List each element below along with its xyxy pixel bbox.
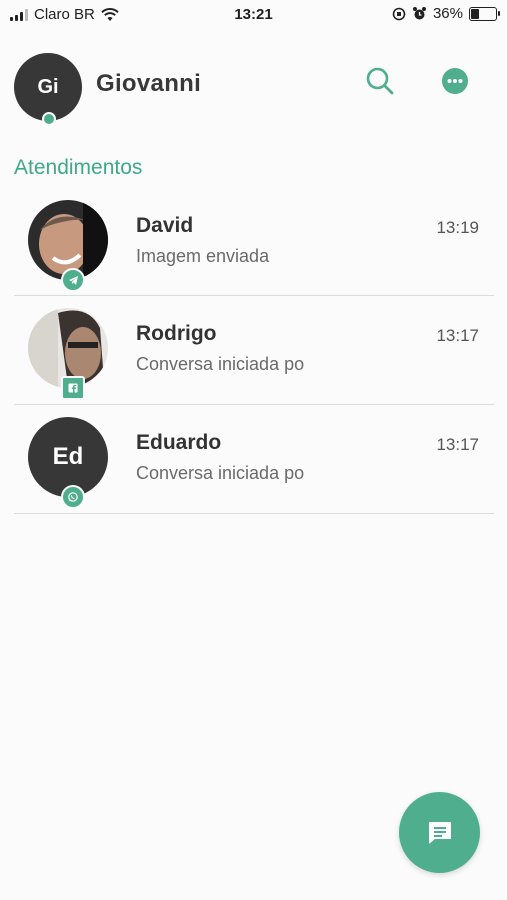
search-icon: [366, 67, 394, 95]
user-name: Giovanni: [96, 70, 202, 97]
whatsapp-badge: [61, 485, 85, 509]
message-time: 13:17: [436, 435, 479, 454]
contact-name: David: [136, 214, 194, 237]
facebook-icon: [68, 383, 78, 393]
message-time: 13:19: [436, 218, 479, 237]
last-message: Imagem enviada: [136, 246, 270, 266]
contact-name: Rodrigo: [136, 322, 217, 345]
search-button[interactable]: [361, 62, 399, 100]
app-header: Gi Giovanni: [0, 50, 507, 126]
conversation-item[interactable]: Rodrigo 13:17 Conversa iniciada po: [14, 296, 494, 405]
new-conversation-icon: [428, 821, 451, 844]
section-title: Atendimentos: [14, 156, 143, 179]
telegram-badge: [61, 268, 85, 292]
new-conversation-button[interactable]: [399, 792, 480, 873]
telegram-icon: [68, 275, 78, 285]
status-bar: Claro BR 13:21 36%: [0, 0, 507, 32]
online-status-dot: [42, 112, 56, 126]
message-time: 13:17: [436, 326, 479, 345]
user-avatar[interactable]: Gi: [14, 53, 82, 121]
contact-name: Eduardo: [136, 431, 222, 454]
facebook-badge: [61, 376, 85, 400]
status-right: 36%: [392, 5, 500, 22]
conversation-item[interactable]: Ed Eduardo 13:17 Conversa iniciada po: [14, 405, 494, 514]
whatsapp-icon: [68, 492, 78, 502]
more-options-button[interactable]: [436, 62, 474, 100]
battery-icon: [469, 6, 500, 21]
battery-percent: 36%: [432, 5, 463, 22]
more-options-icon: [442, 68, 468, 94]
last-message: Conversa iniciada po: [136, 463, 305, 483]
last-message: Conversa iniciada po: [136, 354, 305, 374]
orientation-lock-icon: [392, 7, 406, 20]
conversation-item[interactable]: David 13:19 Imagem enviada: [14, 188, 494, 296]
alarm-icon: [412, 7, 426, 20]
conversation-list: David 13:19 Imagem enviada Rodrigo 13:17…: [14, 188, 494, 514]
